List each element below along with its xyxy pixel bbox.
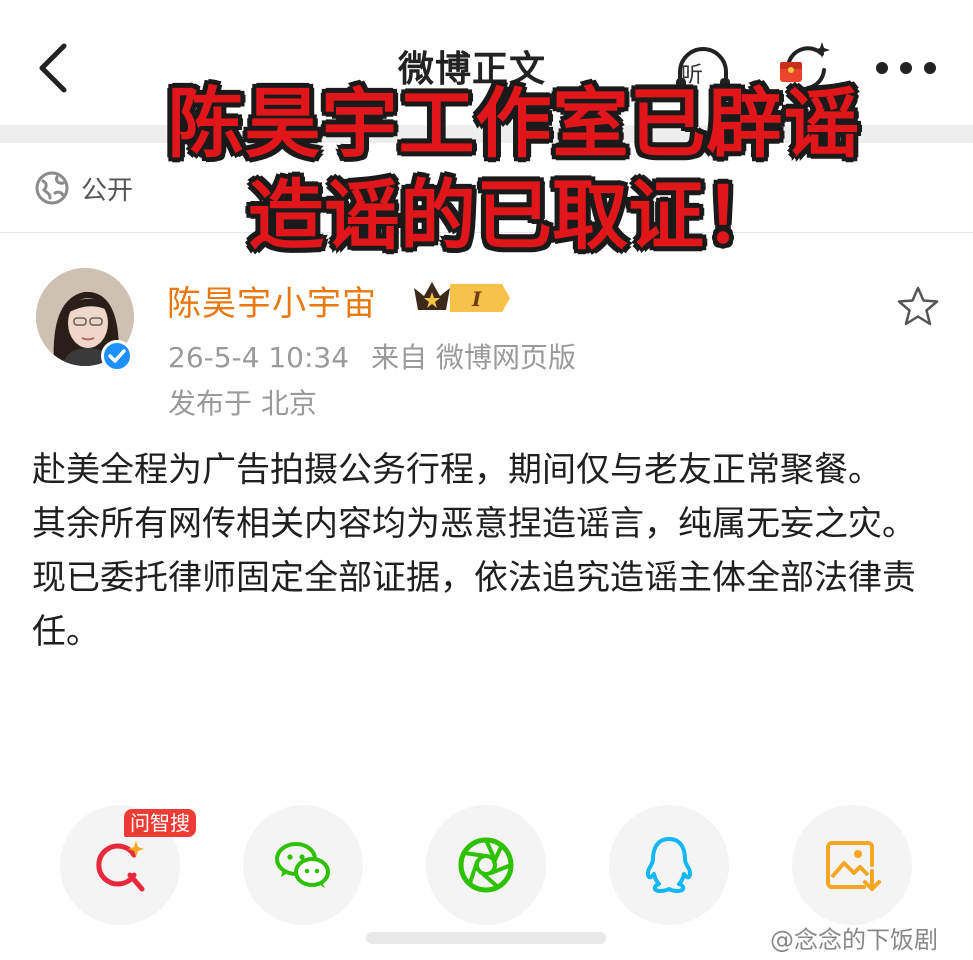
share-wechat-button[interactable] [243,805,363,925]
moments-shutter-icon [458,837,514,893]
verified-badge-icon [101,340,133,372]
post-timestamp: 26-5-4 10:34 [168,341,350,374]
post-source[interactable]: 来自 微博网页版 [371,341,576,374]
ai-search-icon [96,841,145,892]
page-title: 微博正文 [398,49,547,90]
post-paragraph: 赴美全程为广告拍摄公务行程，期间仅与老友正常聚餐。 [32,450,882,490]
top-navigation-bar: 微博正文 听 [0,0,973,125]
globe-icon [35,171,69,205]
save-image-icon [826,841,881,891]
post-paragraph: 其余所有网传相关内容均为恶意捏造谣言，纯属无妄之灾。 [32,504,916,544]
post-content: 赴美全程为广告拍摄公务行程，期间仅与老友正常聚餐。 其余所有网传相关内容均为恶意… [32,443,952,659]
post-meta: 26-5-4 10:34 来自 微博网页版 [168,336,576,376]
ai-search-tag: 问智搜 [124,809,196,837]
share-save-image-button[interactable] [792,805,912,925]
membership-crown-badge-icon[interactable]: I [410,278,512,318]
post-location: 发布于 北京 [168,387,317,420]
home-indicator [366,932,606,944]
post-paragraph: 现已委托律师固定全部证据，依法追究造谣主体全部法律责任。 [32,558,916,652]
share-qq-button[interactable] [609,805,729,925]
watermark: @念念的下饭剧 [770,926,938,954]
visibility-indicator: 公开 [35,170,133,206]
favorite-star-icon[interactable] [896,285,940,327]
wechat-icon [275,842,330,888]
back-arrow-icon[interactable] [30,38,80,98]
red-packet-icon[interactable] [778,38,834,98]
badge-level: I [471,287,482,311]
section-divider-band [0,125,973,143]
divider [0,232,973,233]
share-moments-button[interactable] [426,805,546,925]
visibility-label: 公开 [81,175,134,206]
qq-icon [645,837,693,893]
more-options-icon[interactable] [876,62,936,76]
listen-label: 听 [681,63,704,88]
overlay-headline-line-2: 造谣的已取证！ [248,171,780,260]
author-name[interactable]: 陈昊宇小宇宙 [167,276,377,325]
